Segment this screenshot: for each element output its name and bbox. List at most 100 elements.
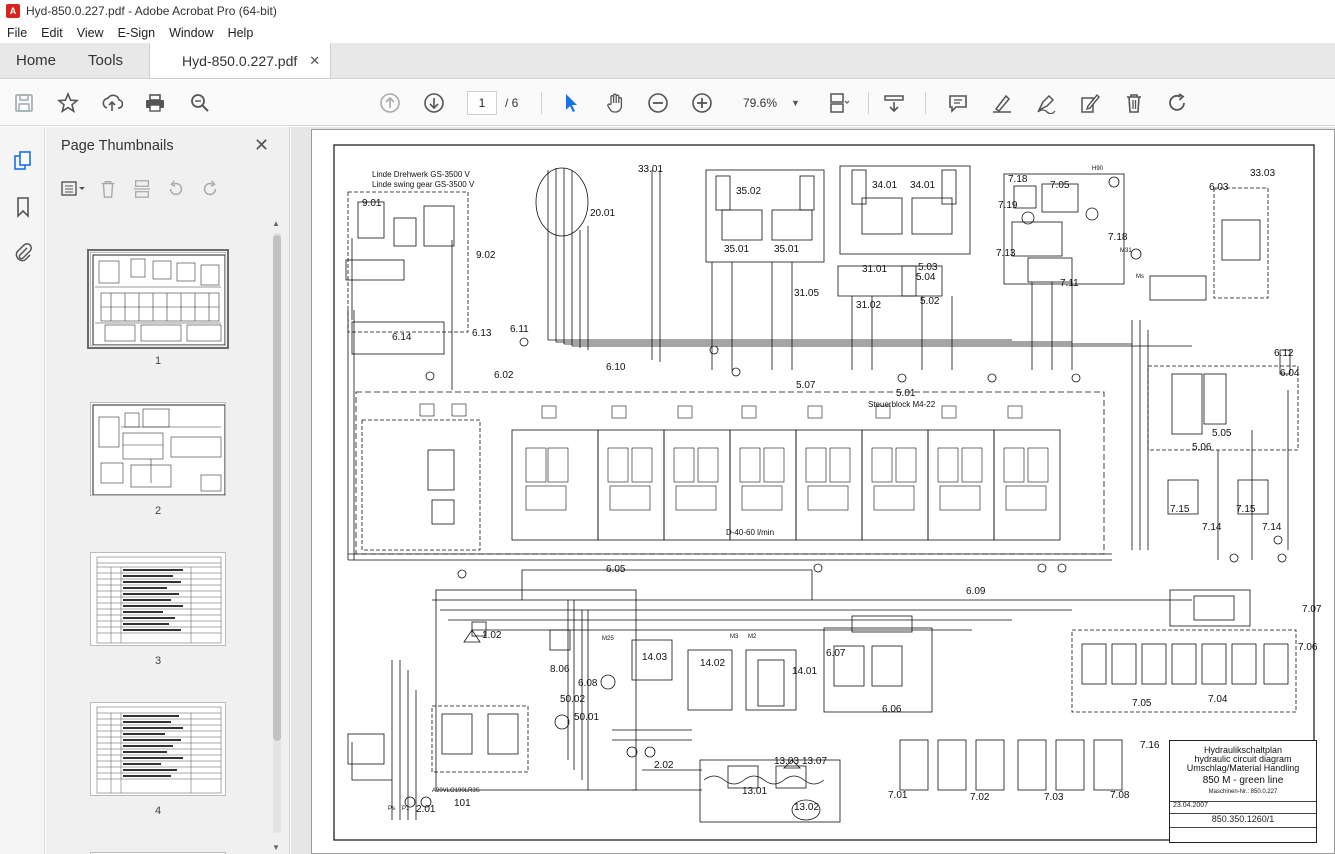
delete-icon[interactable] (1122, 91, 1146, 115)
diagram-label: 6.04 (1280, 368, 1300, 379)
redo-icon[interactable] (1166, 91, 1190, 115)
diagram-label: 6.07 (826, 648, 846, 659)
diagram-label: 7.13 (996, 248, 1016, 259)
acrobat-icon: A (6, 4, 20, 18)
left-rail (0, 127, 45, 854)
panel-title: Page Thumbnails (61, 138, 174, 154)
menu-edit[interactable]: Edit (34, 26, 70, 40)
zoom-value: 79.6% (743, 96, 778, 110)
serial-number: Maschinen-Nr.: 850.0.227 (1208, 789, 1278, 795)
page-thumbnails-icon[interactable] (11, 149, 35, 173)
zoom-out-icon[interactable] (646, 91, 670, 115)
window-title: Hyd-850.0.227.pdf - Adobe Acrobat Pro (6… (26, 4, 277, 18)
search-zoom-icon[interactable] (188, 91, 212, 115)
fit-page-icon[interactable] (826, 91, 850, 115)
thumbnail-list: 1 2 3 4 (46, 219, 276, 854)
diagram-label: 14.03 (642, 652, 668, 663)
rotate-right-icon[interactable] (196, 178, 224, 200)
diagram-label: 101 (454, 798, 471, 809)
menu-help[interactable]: Help (221, 26, 261, 40)
page-count: / 6 (505, 96, 519, 110)
diagram-label: D-40-60 l/min (726, 528, 775, 537)
diagram-label: 50.02 (560, 694, 586, 705)
diagram-label: 6.14 (392, 332, 412, 343)
diagram-label: 5.06 (1192, 442, 1212, 453)
page-up-icon[interactable] (378, 91, 402, 115)
menu-file[interactable]: File (0, 26, 34, 40)
diagram-label: 20.01 (590, 208, 616, 219)
toolbar: 1 / 6 79.6% ▼ (0, 80, 1335, 126)
diagram-label: 6.08 (578, 678, 598, 689)
thumbnail-page-4[interactable] (90, 702, 226, 796)
diagram-label: 9.01 (362, 198, 382, 209)
diagram-label: 13.03 (774, 756, 800, 767)
tab-document[interactable]: Hyd-850.0.227.pdf ✕ (149, 43, 332, 78)
menu-esign[interactable]: E-Sign (111, 26, 163, 40)
diagram-label: 6.05 (606, 564, 626, 575)
thumbnail-page-1[interactable] (87, 249, 229, 349)
diagram-label: 5.04 (916, 272, 936, 283)
tab-home-label: Home (16, 52, 57, 69)
drawing-number: 850.350.1260/1 (1170, 813, 1316, 824)
edit-pdf-icon[interactable] (1078, 91, 1102, 115)
zoom-in-icon[interactable] (690, 91, 714, 115)
close-icon[interactable]: ✕ (254, 135, 269, 156)
scroll-thumb[interactable] (273, 235, 281, 741)
diagram-label: 6.03 (1209, 182, 1229, 193)
scroll-mode-icon[interactable] (882, 91, 906, 115)
scroll-up-icon[interactable]: ▲ (272, 219, 280, 228)
sign-icon[interactable] (1034, 91, 1058, 115)
document-view[interactable]: Linde Drehwerk GS-3500 V Linde swing gea… (291, 127, 1335, 854)
date-row: 23.04.2007 (1170, 801, 1316, 809)
diagram-label: 6.06 (882, 704, 902, 715)
diagram-label: Linde swing gear GS-3500 V (372, 180, 475, 189)
diagram-label: M25 (602, 636, 614, 642)
diagram-label: 35.01 (724, 244, 750, 255)
model-name: 850 M - green line (1202, 775, 1284, 786)
diagram-label: 8.06 (550, 664, 570, 675)
diagram-label: 7.08 (1110, 790, 1130, 801)
hand-icon[interactable] (603, 91, 627, 115)
comment-icon[interactable] (946, 91, 970, 115)
save-icon[interactable] (12, 91, 36, 115)
scroll-down-icon[interactable]: ▼ (272, 843, 280, 852)
thumbnail-page-2[interactable] (90, 402, 226, 496)
diagram-label: 13.02 (794, 802, 820, 813)
insert-page-icon[interactable] (128, 178, 156, 200)
chevron-down-icon: ▼ (791, 98, 800, 108)
attachment-icon[interactable] (11, 240, 35, 264)
pdf-page: Linde Drehwerk GS-3500 V Linde swing gea… (311, 129, 1335, 854)
diagram-label: 7.01 (888, 790, 908, 801)
tab-tools[interactable]: Tools (72, 43, 139, 78)
menu-bar: File Edit View E-Sign Window Help (0, 22, 1335, 43)
delete-page-icon[interactable] (94, 178, 122, 200)
diagram-label: 2.02 (654, 760, 674, 771)
diagram-label: 35.02 (736, 186, 762, 197)
close-tab-icon[interactable]: ✕ (309, 53, 320, 69)
diagram-label: 33.03 (1250, 168, 1276, 179)
thumbnail-scrollbar[interactable]: ▲ ▼ (270, 219, 284, 854)
print-icon[interactable] (143, 91, 167, 115)
page-number-input[interactable]: 1 (467, 91, 497, 115)
menu-view[interactable]: View (70, 26, 111, 40)
page-down-icon[interactable] (422, 91, 446, 115)
diagram-label: 31.02 (856, 300, 882, 311)
diagram-label: Ms (1136, 274, 1144, 280)
highlight-icon[interactable] (990, 91, 1014, 115)
diagram-label: 50.01 (574, 712, 600, 723)
options-menu-icon[interactable] (60, 178, 88, 200)
tab-document-label: Hyd-850.0.227.pdf (182, 52, 298, 69)
diagram-label: 7.05 (1050, 180, 1070, 191)
diagram-label: Ps (388, 806, 396, 812)
zoom-select[interactable]: 79.6% ▼ (733, 91, 805, 115)
select-arrow-icon[interactable] (559, 91, 583, 115)
rotate-left-icon[interactable] (162, 178, 190, 200)
menu-window[interactable]: Window (162, 26, 220, 40)
star-icon[interactable] (56, 91, 80, 115)
upload-icon[interactable] (100, 91, 124, 115)
bookmark-icon[interactable] (11, 195, 35, 219)
tab-home[interactable]: Home (0, 43, 72, 78)
diagram-label: 14.02 (700, 658, 726, 669)
diagram-label: 7.15 (1236, 504, 1256, 515)
thumbnail-page-3[interactable] (90, 552, 226, 646)
